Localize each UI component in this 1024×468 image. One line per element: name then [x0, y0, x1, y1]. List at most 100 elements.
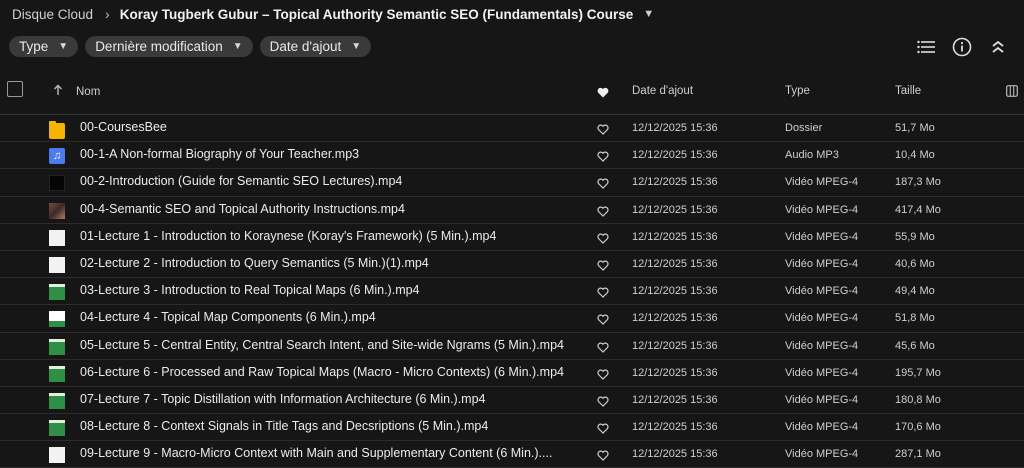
video-thumbnail-icon: [49, 311, 65, 328]
video-thumbnail-icon: [49, 229, 65, 246]
table-row[interactable]: 09-Lecture 9 - Macro-Micro Context with …: [0, 441, 1024, 468]
file-name[interactable]: 00-4-Semantic SEO and Topical Authority …: [80, 202, 405, 216]
collapse-icon[interactable]: [980, 35, 1016, 59]
chevron-down-icon: ▼: [351, 41, 362, 52]
file-size: 49,4 Mo: [895, 285, 935, 298]
file-size: 287,1 Mo: [895, 448, 941, 461]
filter-date-added[interactable]: Date d'ajout ▼: [259, 36, 372, 57]
file-name[interactable]: 06-Lecture 6 - Processed and Raw Topical…: [80, 365, 564, 379]
filter-bar: Type ▼ Dernière modification ▼ Date d'aj…: [9, 36, 372, 57]
table-row[interactable]: 03-Lecture 3 - Introduction to Real Topi…: [0, 278, 1024, 306]
table-header: Nom Date d'ajout Type Taille: [0, 70, 1024, 115]
file-size: 187,3 Mo: [895, 176, 941, 189]
sort-arrow-up-icon[interactable]: [53, 83, 63, 101]
file-name[interactable]: 04-Lecture 4 - Topical Map Components (6…: [80, 310, 376, 324]
file-size: 55,9 Mo: [895, 230, 935, 243]
date-added: 12/12/2025 15:36: [632, 122, 718, 134]
date-added: 12/12/2025 15:36: [632, 393, 718, 406]
heart-outline-icon[interactable]: [597, 312, 609, 330]
file-name[interactable]: 05-Lecture 5 - Central Entity, Central S…: [80, 338, 564, 352]
file-name[interactable]: 00-CoursesBee: [80, 120, 167, 134]
list-view-icon[interactable]: [908, 35, 944, 59]
info-icon[interactable]: [944, 35, 980, 59]
date-added: 12/12/2025 15:36: [632, 285, 718, 298]
date-added: 12/12/2025 15:36: [632, 448, 718, 461]
filter-type[interactable]: Type ▼: [9, 36, 79, 57]
date-added: 12/12/2025 15:36: [632, 149, 718, 162]
file-name[interactable]: 01-Lecture 1 - Introduction to Koraynese…: [80, 229, 496, 243]
date-added: 12/12/2025 15:36: [632, 203, 718, 216]
breadcrumb-current-folder[interactable]: Koray Tugberk Gubur – Topical Authority …: [120, 7, 634, 22]
file-size: 170,6 Mo: [895, 421, 941, 434]
heart-icon[interactable]: [597, 85, 609, 103]
file-type: Vidéo MPEG-4: [785, 393, 859, 406]
heart-outline-icon[interactable]: [597, 448, 609, 466]
video-thumbnail-icon: [49, 256, 65, 273]
table-row[interactable]: ♫ 00-1-A Non-formal Biography of Your Tea…: [0, 142, 1024, 170]
breadcrumb-root[interactable]: Disque Cloud: [12, 7, 93, 22]
columns-settings-icon[interactable]: [1006, 84, 1018, 102]
file-size: 417,4 Mo: [895, 203, 941, 216]
filter-type-label: Type: [19, 39, 49, 54]
heart-outline-icon[interactable]: [597, 421, 609, 439]
heart-outline-icon[interactable]: [597, 340, 609, 358]
column-header-size[interactable]: Taille: [895, 85, 921, 97]
column-header-date-added[interactable]: Date d'ajout: [632, 85, 693, 97]
file-type: Vidéo MPEG-4: [785, 176, 859, 189]
heart-outline-icon[interactable]: [597, 367, 609, 385]
file-name[interactable]: 00-2-Introduction (Guide for Semantic SE…: [80, 174, 402, 188]
table-row[interactable]: 08-Lecture 8 - Context Signals in Title …: [0, 414, 1024, 442]
filter-date-added-label: Date d'ajout: [269, 39, 342, 54]
heart-outline-icon[interactable]: [597, 204, 609, 222]
chevron-right-icon: ›: [105, 6, 110, 22]
heart-outline-icon[interactable]: [597, 258, 609, 276]
chevron-down-icon[interactable]: ▼: [643, 8, 654, 20]
column-header-type[interactable]: Type: [785, 85, 810, 97]
chevron-down-icon: ▼: [232, 41, 243, 52]
table-row[interactable]: 04-Lecture 4 - Topical Map Components (6…: [0, 305, 1024, 333]
file-type: Vidéo MPEG-4: [785, 312, 859, 325]
file-type: Vidéo MPEG-4: [785, 366, 859, 379]
column-header-name[interactable]: Nom: [76, 86, 100, 98]
breadcrumb: Disque Cloud › Koray Tugberk Gubur – Top…: [12, 4, 654, 24]
table-row[interactable]: 06-Lecture 6 - Processed and Raw Topical…: [0, 360, 1024, 387]
date-added: 12/12/2025 15:36: [632, 230, 718, 243]
table-row[interactable]: 00-4-Semantic SEO and Topical Authority …: [0, 197, 1024, 224]
file-type: Vidéo MPEG-4: [785, 448, 859, 461]
video-thumbnail-icon: [49, 420, 65, 437]
file-name[interactable]: 09-Lecture 9 - Macro-Micro Context with …: [80, 446, 552, 460]
date-added: 12/12/2025 15:36: [632, 176, 718, 189]
file-name[interactable]: 08-Lecture 8 - Context Signals in Title …: [80, 419, 488, 433]
file-type: Vidéo MPEG-4: [785, 285, 859, 298]
file-name[interactable]: 00-1-A Non-formal Biography of Your Teac…: [80, 147, 359, 161]
table-row[interactable]: 05-Lecture 5 - Central Entity, Central S…: [0, 333, 1024, 360]
table-row[interactable]: 02-Lecture 2 - Introduction to Query Sem…: [0, 251, 1024, 279]
heart-outline-icon[interactable]: [597, 394, 609, 412]
filter-last-modified[interactable]: Dernière modification ▼: [85, 36, 253, 57]
file-name[interactable]: 02-Lecture 2 - Introduction to Query Sem…: [80, 256, 429, 270]
select-all-checkbox[interactable]: [7, 81, 23, 97]
table-row[interactable]: 00-CoursesBee 12/12/2025 15:36 Dossier 51,7…: [0, 115, 1024, 143]
file-type: Vidéo MPEG-4: [785, 203, 859, 216]
file-size: 195,7 Mo: [895, 366, 941, 379]
heart-outline-icon[interactable]: [597, 231, 609, 249]
file-size: 180,8 Mo: [895, 393, 941, 406]
file-type: Vidéo MPEG-4: [785, 257, 859, 270]
file-name[interactable]: 07-Lecture 7 - Topic Distillation with I…: [80, 392, 486, 406]
video-thumbnail-icon: [49, 338, 65, 355]
heart-outline-icon[interactable]: [597, 176, 609, 194]
heart-outline-icon[interactable]: [597, 285, 609, 303]
file-name[interactable]: 03-Lecture 3 - Introduction to Real Topi…: [80, 283, 420, 297]
file-type: Vidéo MPEG-4: [785, 230, 859, 243]
video-thumbnail-icon: [49, 365, 65, 382]
heart-outline-icon[interactable]: [597, 122, 609, 140]
audio-file-icon: ♫: [49, 148, 65, 165]
file-size: 51,8 Mo: [895, 312, 935, 325]
table-row[interactable]: 01-Lecture 1 - Introduction to Koraynese…: [0, 224, 1024, 251]
table-row[interactable]: 00-2-Introduction (Guide for Semantic SE…: [0, 169, 1024, 197]
video-thumbnail-icon: [49, 175, 65, 192]
table-row[interactable]: 07-Lecture 7 - Topic Distillation with I…: [0, 387, 1024, 415]
chevron-down-icon: ▼: [58, 41, 69, 52]
date-added: 12/12/2025 15:36: [632, 421, 718, 434]
heart-outline-icon[interactable]: [597, 149, 609, 167]
